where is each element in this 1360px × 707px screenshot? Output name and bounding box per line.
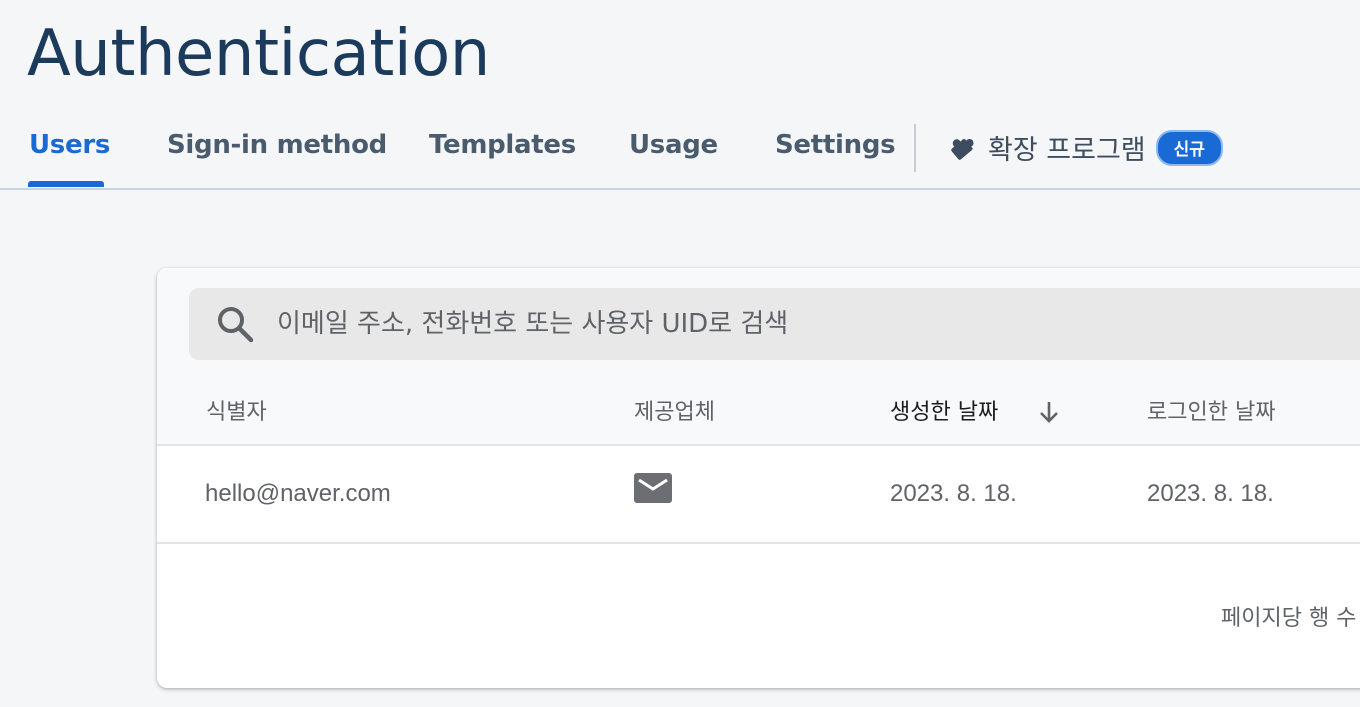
sort-descending-icon[interactable]: [1037, 398, 1061, 426]
rows-per-page-label: 페이지당 행 수: [1221, 606, 1357, 631]
tab-extensions-label: 확장 프로그램: [988, 135, 1146, 166]
page-title: Authentication: [27, 17, 490, 91]
tab-users[interactable]: Users: [29, 130, 110, 160]
search-bar[interactable]: [189, 288, 1360, 360]
cell-last-sign-in-date: 2023. 8. 18.: [1147, 480, 1274, 507]
new-badge: 신규: [1155, 129, 1223, 166]
column-header-created[interactable]: 생성한 날짜: [890, 394, 998, 426]
cell-created-date: 2023. 8. 18.: [890, 480, 1017, 507]
tab-divider: [914, 124, 916, 172]
email-icon: [634, 473, 672, 503]
tab-settings[interactable]: Settings: [775, 130, 896, 160]
column-header-provider[interactable]: 제공업체: [634, 394, 715, 426]
tab-extensions[interactable]: 확장 프로그램 신규: [946, 128, 1223, 167]
users-card: 식별자 제공업체 생성한 날짜 로그인한 날짜 hello@naver.com …: [157, 268, 1360, 688]
tab-usage[interactable]: Usage: [629, 130, 718, 160]
puzzle-icon: [946, 132, 978, 164]
tab-templates[interactable]: Templates: [429, 130, 576, 160]
table-header-area: 식별자 제공업체 생성한 날짜 로그인한 날짜: [157, 268, 1360, 446]
column-header-identifier[interactable]: 식별자: [206, 394, 267, 426]
search-icon: [218, 307, 254, 343]
cell-identifier: hello@naver.com: [205, 480, 391, 507]
search-input[interactable]: [277, 302, 1277, 346]
column-header-last-sign-in[interactable]: 로그인한 날짜: [1147, 394, 1275, 426]
table-row[interactable]: hello@naver.com 2023. 8. 18. 2023. 8. 18…: [157, 446, 1360, 544]
active-tab-indicator: [28, 181, 104, 187]
tab-bar: Users Sign-in method Templates Usage Set…: [0, 110, 1360, 190]
tab-sign-in-method[interactable]: Sign-in method: [167, 130, 387, 160]
